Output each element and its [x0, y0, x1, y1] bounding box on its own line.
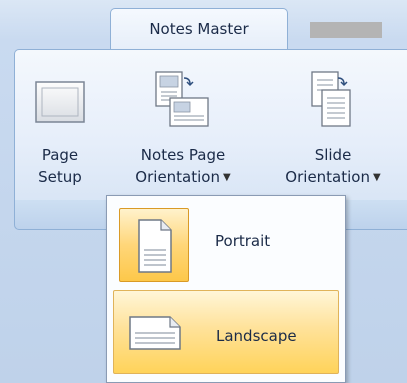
- notes-page-orientation-label-line2: Orientation ▼: [108, 166, 258, 189]
- page-setup-icon: [35, 81, 85, 123]
- slide-orientation-button[interactable]: Slide Orientation ▼: [262, 66, 404, 206]
- portrait-page-icon: [138, 219, 172, 273]
- landscape-page-icon: [129, 316, 181, 350]
- chevron-down-icon: ▼: [222, 172, 231, 183]
- menu-item-landscape[interactable]: Landscape: [113, 290, 339, 374]
- ribbon-tab-strip: Notes Master: [0, 0, 407, 50]
- notes-page-orientation-icon: [155, 71, 209, 127]
- slide-orientation-icon: [311, 71, 351, 127]
- menu-item-portrait[interactable]: Portrait: [113, 204, 339, 286]
- page-setup-label-line2: Setup: [38, 168, 82, 186]
- menu-item-portrait-label: Portrait: [215, 232, 271, 250]
- orientation-dropdown-menu: Portrait Landscape: [106, 195, 346, 383]
- menu-item-landscape-label: Landscape: [216, 327, 297, 345]
- tab-inactive-redacted[interactable]: [310, 22, 382, 38]
- page-setup-button[interactable]: Page Setup: [20, 66, 100, 206]
- chevron-down-icon: ▼: [372, 172, 381, 183]
- page-setup-label-line1: Page: [41, 146, 79, 164]
- slide-orientation-label-text: Orientation: [285, 168, 370, 186]
- notes-page-orientation-label-line1: Notes Page: [140, 146, 226, 164]
- slide-orientation-label-line2: Orientation ▼: [262, 166, 404, 189]
- notes-page-orientation-label-text: Orientation: [135, 168, 220, 186]
- notes-page-orientation-button[interactable]: Notes Page Orientation ▼: [108, 66, 258, 206]
- slide-orientation-label-line1: Slide: [314, 146, 352, 164]
- portrait-icon-highlight: [119, 208, 189, 282]
- landscape-icon-box: [120, 295, 190, 369]
- tab-notes-master[interactable]: Notes Master: [110, 8, 288, 50]
